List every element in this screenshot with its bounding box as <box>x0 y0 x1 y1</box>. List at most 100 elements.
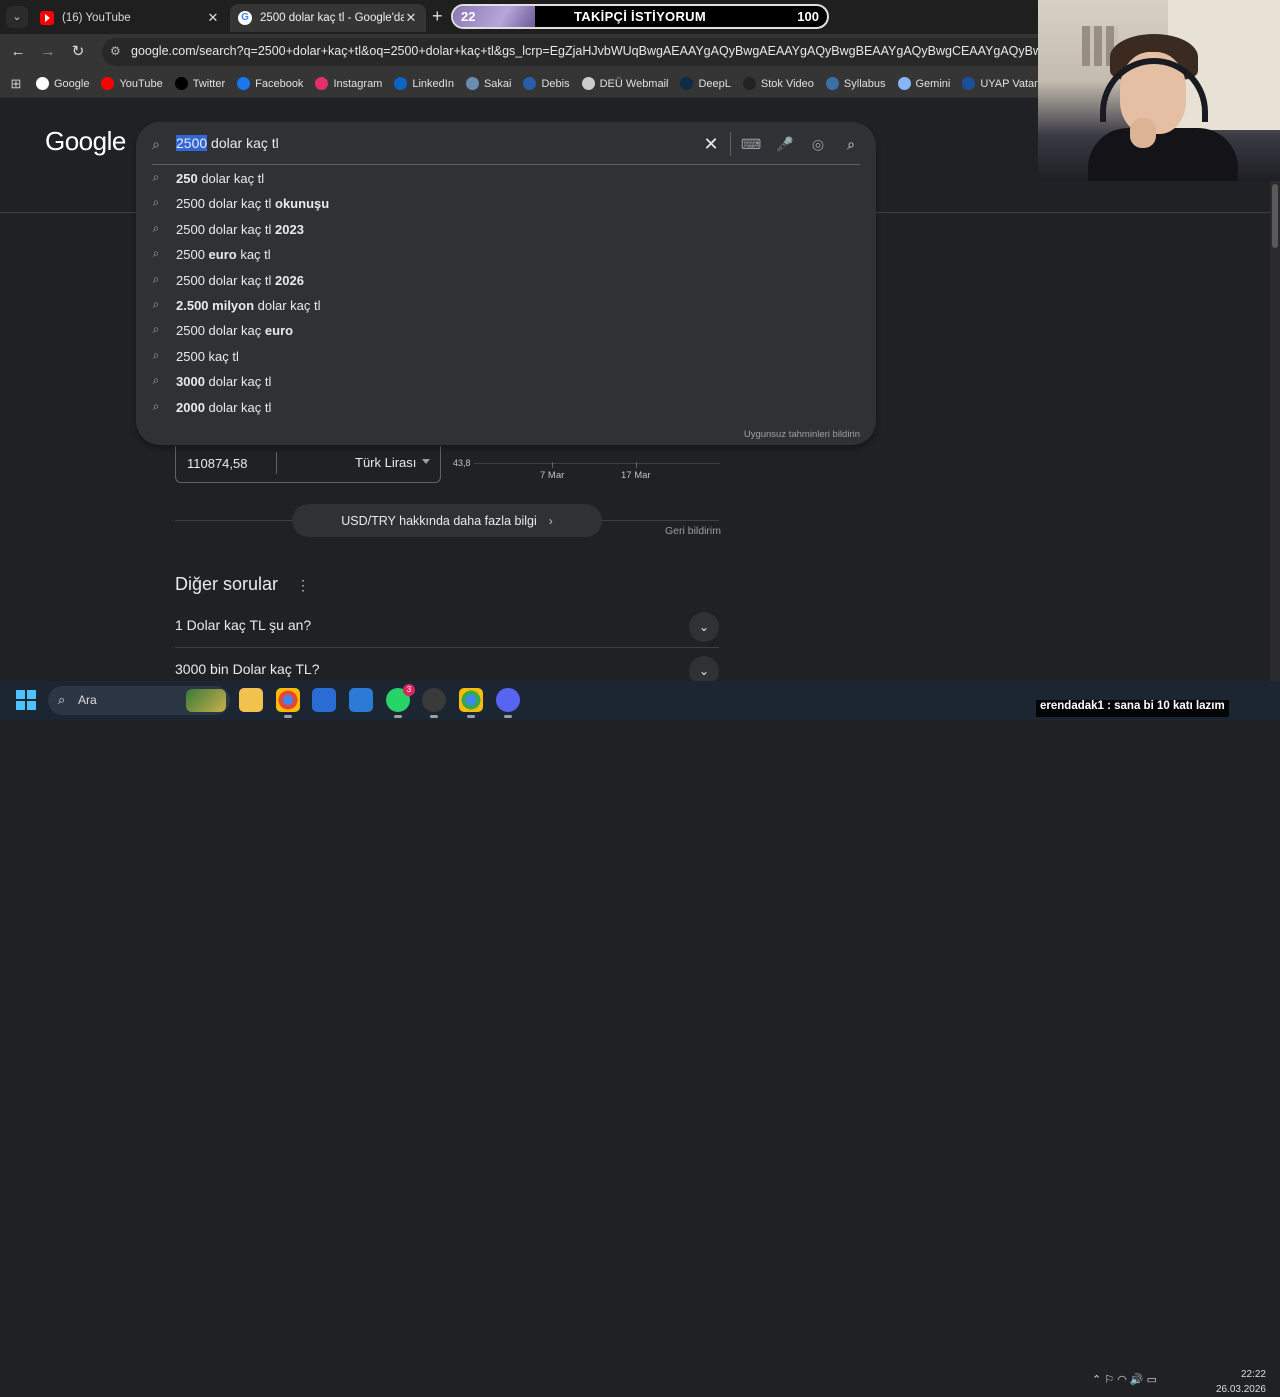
suggestion-item[interactable]: ⌕ 2500 dolar kaç tl okunuşu <box>136 192 876 217</box>
bookmark-favicon-icon <box>237 77 251 90</box>
system-tray-icons[interactable]: ⌃ ⚐ ◠ 🔊 ▭ <box>1092 1373 1157 1386</box>
bookmark-label: LinkedIn <box>412 77 454 90</box>
feedback-link[interactable]: Geri bildirim <box>665 525 721 537</box>
bookmark-favicon-icon <box>825 77 839 90</box>
suggestion-text: 2500 dolar kaç tl 2026 <box>176 272 304 288</box>
search-separator <box>152 164 860 165</box>
microphone-icon[interactable]: 🎤 <box>775 134 795 154</box>
currency-select[interactable]: Türk Lirası <box>355 455 416 470</box>
apps-grid-icon[interactable]: ⊞ <box>8 76 24 92</box>
chrome-icon[interactable] <box>276 688 300 718</box>
mail-icon[interactable] <box>349 688 373 712</box>
suggestion-item[interactable]: ⌕ 250 dolar kaç tl <box>136 167 876 192</box>
bookmark-stok-video[interactable]: Stok Video <box>742 77 814 90</box>
file-explorer-icon[interactable] <box>239 688 263 712</box>
search-input[interactable]: 2500 dolar kaç tl <box>176 135 279 151</box>
search-icon: ⌕ <box>152 195 160 210</box>
new-tab-button[interactable]: + <box>432 6 443 26</box>
system-clock[interactable]: 22:22 26.03.2026 <box>1206 1367 1266 1397</box>
keyboard-icon[interactable]: ⌨ <box>741 134 761 154</box>
search-submit-icon[interactable]: ⌕ <box>841 134 861 154</box>
suggestion-item[interactable]: ⌕ 2500 kaç tl <box>136 345 876 370</box>
bookmark-favicon-icon <box>315 77 329 90</box>
tab-youtube[interactable]: (16) YouTube ✕ <box>32 4 228 32</box>
bookmark-debis[interactable]: Debis <box>523 77 570 90</box>
bookmark-youtube[interactable]: YouTube <box>101 77 163 90</box>
chart-gridline <box>474 463 720 464</box>
question-item[interactable]: 1 Dolar kaç TL şu an? ⌄ <box>175 604 719 648</box>
chevron-right-icon: › <box>548 513 553 528</box>
suggestion-text: 2500 kaç tl <box>176 348 239 364</box>
lens-camera-icon[interactable]: ◎ <box>808 134 828 154</box>
dropdown-caret-icon[interactable] <box>422 459 430 464</box>
site-info-icon[interactable]: ⚙ <box>110 44 121 58</box>
suggestion-item[interactable]: ⌕ 2500 dolar kaç tl 2023 <box>136 218 876 243</box>
bookmark-deepl[interactable]: DeepL <box>680 77 731 90</box>
discord-icon[interactable] <box>496 688 520 718</box>
suggestion-item[interactable]: ⌕ 2500 euro kaç tl <box>136 243 876 268</box>
back-arrow-icon[interactable]: ← <box>8 42 28 62</box>
search-highlight-image[interactable] <box>186 689 226 712</box>
chrome-profile-icon[interactable] <box>459 688 483 718</box>
google-logo[interactable]: Google <box>45 126 126 157</box>
bookmark-facebook[interactable]: Facebook <box>237 77 303 90</box>
reload-icon[interactable]: ↻ <box>68 42 88 62</box>
selected-text: 2500 <box>176 135 208 151</box>
bookmark-label: DeepL <box>698 77 731 90</box>
suggestion-text: 2.500 milyon dolar kaç tl <box>176 298 321 313</box>
suggestion-text: 2000 dolar kaç tl <box>176 399 272 415</box>
taskbar-search[interactable]: ⌕ Ara <box>48 686 230 715</box>
bookmark-label: Gemini <box>915 77 951 90</box>
follower-label: TAKİPÇİ İSTİYORUM <box>574 9 706 24</box>
page-scrollbar[interactable] <box>1270 99 1280 681</box>
report-predictions-link[interactable]: Uygunsuz tahminleri bildirin <box>744 429 860 440</box>
suggestion-item[interactable]: ⌕ 3000 dolar kaç tl <box>136 370 876 395</box>
bookmark-deü-webmail[interactable]: DEÜ Webmail <box>581 77 668 90</box>
bookmark-favicon-icon <box>962 77 976 90</box>
microsoft-store-icon[interactable] <box>312 688 336 712</box>
bookmark-gemini[interactable]: Gemini <box>897 77 951 90</box>
bookmark-linkedin[interactable]: LinkedIn <box>394 77 454 90</box>
scrollbar-thumb[interactable] <box>1272 184 1278 248</box>
search-icon: ⌕ <box>152 271 160 286</box>
bookmark-favicon-icon <box>101 77 115 90</box>
whatsapp-icon[interactable]: 3 <box>386 684 415 718</box>
search-icon: ⌕ <box>152 136 160 152</box>
chevron-down-icon[interactable]: ⌄ <box>689 612 719 642</box>
clear-icon[interactable]: ✕ <box>701 134 721 154</box>
search-icon: ⌕ <box>58 692 66 707</box>
windows-start-icon[interactable] <box>16 690 36 710</box>
bookmark-label: Instagram <box>333 77 383 90</box>
bookmark-instagram[interactable]: Instagram <box>315 77 382 90</box>
bookmark-sakai[interactable]: Sakai <box>465 77 511 90</box>
more-info-button[interactable]: USD/TRY hakkında daha fazla bilgi › <box>292 504 602 537</box>
bookmark-twitter[interactable]: Twitter <box>174 77 226 90</box>
obs-icon[interactable] <box>422 688 446 718</box>
close-icon[interactable]: ✕ <box>404 10 418 26</box>
tab-search-button[interactable]: ⌄ <box>6 6 28 28</box>
close-icon[interactable]: ✕ <box>206 10 220 26</box>
chart-y-tick: 43,8 <box>453 458 471 468</box>
more-options-icon[interactable]: ⋮ <box>296 577 310 594</box>
bookmark-google[interactable]: Google <box>36 77 89 90</box>
search-box[interactable]: ⌕ 2500 dolar kaç tl ✕ ⌨ 🎤 ◎ ⌕ <box>136 122 876 166</box>
tab-google-search[interactable]: G 2500 dolar kaç tl - Google'da Ara ✕ <box>230 4 426 32</box>
suggestion-text: 2500 dolar kaç tl okunuşu <box>176 196 330 212</box>
suggestion-item[interactable]: ⌕ 2000 dolar kaç tl <box>136 396 876 421</box>
suggestion-item[interactable]: ⌕ 2500 dolar kaç euro <box>136 319 876 344</box>
converted-amount[interactable]: 110874,58 <box>187 456 248 471</box>
search-icon: ⌕ <box>152 373 160 388</box>
forward-arrow-icon[interactable]: → <box>38 42 58 62</box>
bookmark-syllabus[interactable]: Syllabus <box>825 77 886 90</box>
suggestion-text: 2500 dolar kaç euro <box>176 323 294 339</box>
suggestion-item[interactable]: ⌕ 2.500 milyon dolar kaç tl <box>136 294 876 319</box>
notification-badge: 3 <box>403 684 415 696</box>
clock-time: 22:22 <box>1240 1369 1266 1380</box>
suggestion-item[interactable]: ⌕ 2500 dolar kaç tl 2026 <box>136 269 876 294</box>
suggestion-text: 2500 dolar kaç tl 2023 <box>176 221 304 237</box>
chart-x-tick: 7 Mar <box>540 462 565 481</box>
follower-goal-count: 100 <box>797 9 819 24</box>
suggestion-text: 3000 dolar kaç tl <box>176 374 272 390</box>
currency-converter-target: 110874,58 Türk Lirası <box>175 446 441 483</box>
bookmark-label: Twitter <box>192 77 226 90</box>
